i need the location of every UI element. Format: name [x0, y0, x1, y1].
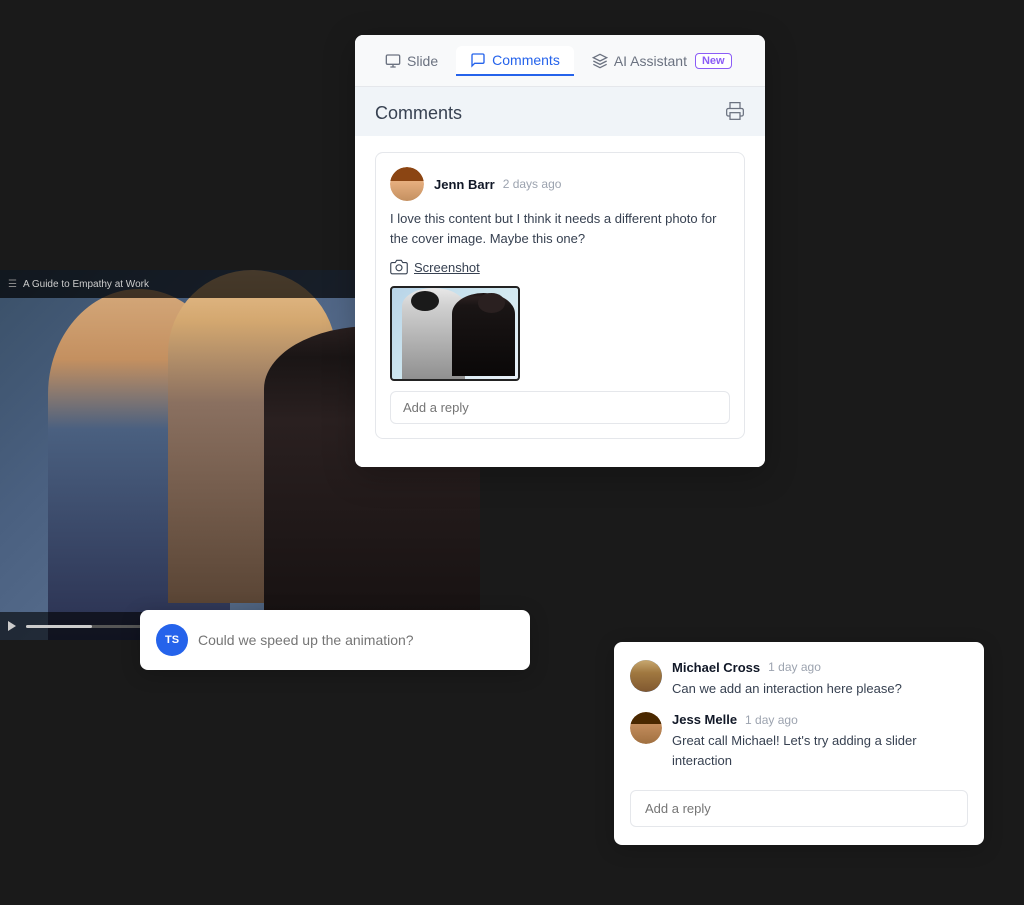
- new-badge: New: [695, 53, 732, 69]
- comments-panel: Slide Comments AI Assistant New Comments: [355, 35, 765, 467]
- slide-icon: [385, 53, 401, 69]
- reply-input-1[interactable]: [390, 391, 730, 424]
- panel-title: Comments: [375, 103, 462, 124]
- thread-meta-michael: Michael Cross 1 day ago: [672, 660, 968, 675]
- thread-author-jess: Jess Melle: [672, 712, 737, 727]
- tab-ai-assistant[interactable]: AI Assistant New: [578, 47, 746, 75]
- play-button[interactable]: [8, 621, 18, 631]
- comment-thread-floating: Michael Cross 1 day ago Can we add an in…: [614, 642, 984, 846]
- slide-title: A Guide to Empathy at Work: [23, 279, 149, 290]
- thread-text-jess: Great call Michael! Let's try adding a s…: [672, 731, 968, 770]
- tab-comments-label: Comments: [492, 52, 560, 68]
- thread-text-michael: Can we add an interaction here please?: [672, 679, 968, 699]
- comment-card-1: Jenn Barr 2 days ago I love this content…: [375, 152, 745, 439]
- avatar-ts: TS: [156, 624, 188, 656]
- screenshot-label: Screenshot: [414, 260, 480, 275]
- avatar-jenn: [390, 167, 424, 201]
- avatar-jess: [630, 712, 662, 744]
- tab-ai-label: AI Assistant: [614, 53, 687, 69]
- comment-header-1: Jenn Barr 2 days ago: [390, 167, 730, 201]
- comment-meta-1: Jenn Barr 2 days ago: [434, 177, 561, 192]
- slide-menu-icon: ☰: [8, 279, 17, 290]
- print-icon[interactable]: [725, 101, 745, 126]
- thread-reply-input[interactable]: [630, 790, 968, 827]
- thread-author-michael: Michael Cross: [672, 660, 760, 675]
- animation-comment-input[interactable]: [198, 632, 514, 648]
- screenshot-link[interactable]: Screenshot: [390, 258, 730, 276]
- comment-author-1: Jenn Barr: [434, 177, 495, 192]
- floating-comment-input: TS: [140, 610, 530, 670]
- avatar-michael: [630, 660, 662, 692]
- tab-slide[interactable]: Slide: [371, 47, 452, 75]
- thread-time-michael: 1 day ago: [768, 660, 821, 674]
- comment-text-1: I love this content but I think it needs…: [390, 209, 730, 248]
- ai-icon: [592, 53, 608, 69]
- thread-comment-michael-content: Michael Cross 1 day ago Can we add an in…: [672, 660, 968, 699]
- panel-header: Comments: [355, 87, 765, 136]
- thread-comment-michael: Michael Cross 1 day ago Can we add an in…: [630, 660, 968, 699]
- comments-icon: [470, 52, 486, 68]
- panel-tabs: Slide Comments AI Assistant New: [355, 35, 765, 87]
- thread-meta-jess: Jess Melle 1 day ago: [672, 712, 968, 727]
- screenshot-icon: [390, 258, 408, 276]
- comments-body: Jenn Barr 2 days ago I love this content…: [355, 136, 765, 467]
- comment-time-1: 2 days ago: [503, 177, 562, 191]
- thread-time-jess: 1 day ago: [745, 713, 798, 727]
- tab-slide-label: Slide: [407, 53, 438, 69]
- thread-comment-jess-content: Jess Melle 1 day ago Great call Michael!…: [672, 712, 968, 770]
- tab-comments[interactable]: Comments: [456, 46, 574, 76]
- screenshot-preview: [390, 286, 520, 381]
- thread-comment-jess: Jess Melle 1 day ago Great call Michael!…: [630, 712, 968, 770]
